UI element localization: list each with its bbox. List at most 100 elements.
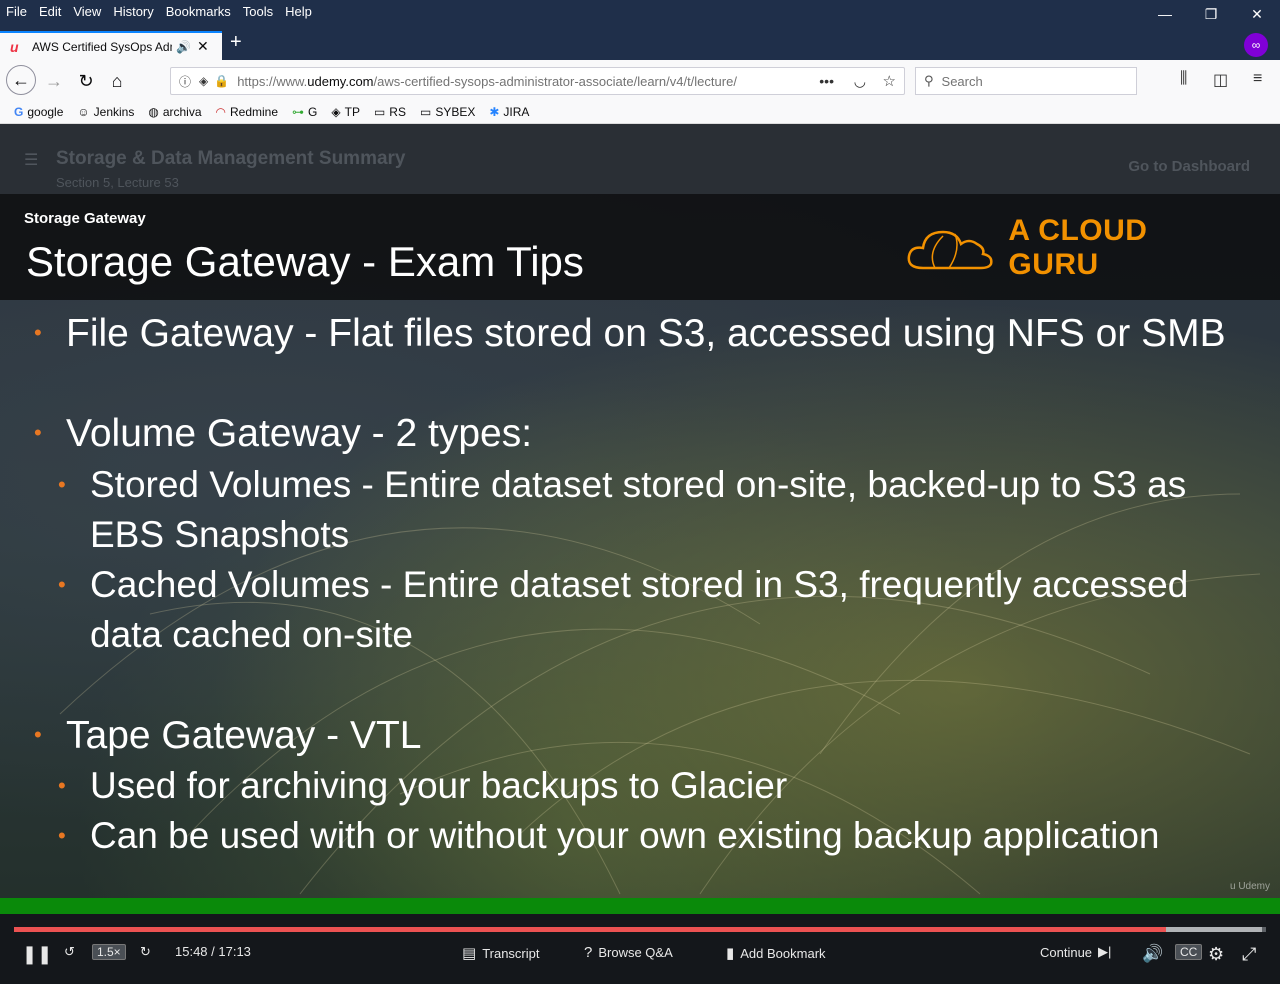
bookmark-google[interactable]: Ggoogle [14,105,63,119]
bookmark-rs[interactable]: ▭ RS [374,105,406,119]
bullet-backup-app: • Can be used with or without your own ex… [58,815,1160,856]
hamburger-menu-icon[interactable]: ≡ [1253,70,1262,88]
speed-label: 1.5× [92,944,126,960]
browse-qa-button[interactable]: ? Browse Q&A [584,944,673,961]
bullet-dot: • [58,823,66,848]
redmine-icon: ◠ [215,104,226,119]
sidebar-icon[interactable]: ◫ [1213,70,1228,90]
add-bookmark-button[interactable]: ▮ Add Bookmark [726,944,826,962]
bullet-stored-volumes: • Stored Volumes - Entire dataset stored … [58,464,1187,505]
menu-help[interactable]: Help [279,4,318,19]
home-button[interactable]: ⌂ [103,67,131,95]
gear-icon: ⚙ [1208,944,1225,964]
pause-icon: ❚❚ [22,944,53,964]
bullet-stored-volumes-cont: EBS Snapshots [90,514,350,555]
tab-title: AWS Certified SysOps Admi [32,39,172,54]
slide-kicker: Storage Gateway [24,210,146,227]
search-icon: ⚲ [924,73,934,88]
search-input[interactable]: ⚲ Search [915,67,1137,95]
url-text[interactable]: https://www.udemy.com/aws-certified-syso… [237,74,797,89]
curriculum-list-icon[interactable]: ☰ [24,150,38,170]
menu-bookmarks[interactable]: Bookmarks [160,4,237,19]
home-icon: ⌂ [111,70,123,91]
go-to-dashboard-link[interactable]: Go to Dashboard [1128,158,1250,175]
transcript-icon: ▤ [462,945,477,962]
bullet-dot: • [34,320,42,345]
bullet-dot: • [58,572,66,597]
volume-icon: 🔊 [1142,944,1164,963]
forward-skip-button[interactable]: ↻ [140,944,151,960]
info-icon[interactable]: ⓘ [179,73,191,90]
bookmark-archiva[interactable]: ◍ archiva [148,105,201,119]
jenkins-icon: ☺ [77,104,90,119]
udemy-icon: u [10,38,19,55]
time-display: 15:48 / 17:13 [175,944,251,959]
nav-bar: ← → ↻ ⌂ ⓘ ◈ 🔒 https://www.udemy.com/aws-… [0,60,1280,100]
bookmark-jira[interactable]: ✱ JIRA [489,105,529,119]
bullet-file-gateway: • File Gateway - Flat files stored on S3,… [34,312,1226,355]
menu-view[interactable]: View [67,4,107,19]
transcript-button[interactable]: ▤ Transcript [462,944,540,962]
lock-icon[interactable]: 🔒 [214,74,229,88]
arrow-left-icon: ← [12,69,30,90]
settings-button[interactable]: ⚙ [1208,944,1224,965]
continue-button[interactable]: Continue ▶| [1040,944,1111,960]
bookmark-sybex[interactable]: ▭ SYBEX [420,105,475,119]
close-tab-icon[interactable]: ✕ [197,38,209,55]
menu-tools[interactable]: Tools [237,4,279,19]
bullet-dot: • [34,420,42,445]
skip-next-icon: ▶| [1098,944,1112,959]
new-tab-button[interactable]: + [230,31,242,54]
volume-button[interactable]: 🔊 [1142,944,1163,964]
folder-icon: ▭ [419,104,432,119]
globe-icon: ◍ [148,104,159,119]
forward-icon: ↻ [140,944,151,959]
tab-udemy[interactable]: u AWS Certified SysOps Admi 🔊 ✕ [0,31,222,60]
diamond-icon: ◈ [331,104,341,119]
udemy-watermark: u Udemy [1229,881,1270,892]
expand-icon: ⤢ [1242,944,1257,964]
pocket-icon[interactable]: ◡ [854,73,866,90]
speed-button[interactable]: 1.5× [92,944,126,960]
video-player[interactable]: Storage Gateway Storage Gateway - Exam T… [0,194,1280,898]
cloud-logo-icon [907,230,993,270]
menu-edit[interactable]: Edit [33,4,67,19]
reload-icon: ↻ [78,70,94,91]
bookmark-redmine[interactable]: ◠ Redmine [216,105,279,119]
progress-fill [14,927,1166,932]
pause-button[interactable]: ❚❚ [22,944,52,965]
link-icon: ⊶ [292,104,305,119]
bookmark-star-icon[interactable]: ☆ [883,72,896,90]
page-actions-icon[interactable]: ••• [819,73,834,89]
menu-file[interactable]: File [0,4,33,19]
arrow-right-icon: → [45,70,63,91]
captions-button[interactable]: CC [1175,944,1203,960]
player-controls: ❚❚ ↺ 1.5× ↻ 15:48 / 17:13 ▤ Transcript ? B… [0,914,1280,984]
shield-icon[interactable]: ◈ [199,74,208,88]
speaker-icon[interactable]: 🔊 [176,40,191,54]
bookmarks-toolbar: Ggoogle ☺ Jenkins ◍ archiva ◠ Redmine ⊶ G ◈ T… [0,100,1280,124]
bookmark-tp[interactable]: ◈ TP [331,105,360,119]
question-icon: ? [584,944,593,961]
slide-title: Storage Gateway - Exam Tips [26,238,584,285]
fullscreen-button[interactable]: ⤢ [1242,944,1256,965]
library-icon[interactable]: ⫼ [1180,70,1187,88]
progress-bar[interactable] [14,927,1266,932]
rewind-button[interactable]: ↺ [64,944,75,960]
reload-button[interactable]: ↻ [72,67,100,95]
back-button[interactable]: ← [6,65,36,95]
cc-icon: CC [1175,944,1203,960]
forward-button[interactable]: → [40,67,68,95]
bookmark-g[interactable]: ⊶ G [292,105,317,119]
bullet-dot: • [58,472,66,497]
menu-bar: File Edit View History Bookmarks Tools H… [0,0,1280,22]
bookmark-jenkins[interactable]: ☺ Jenkins [77,105,134,119]
url-bar[interactable]: ⓘ ◈ 🔒 https://www.udemy.com/aws-certifie… [170,67,905,95]
menu-history[interactable]: History [107,4,159,19]
bullet-archiving: • Used for archiving your backups to Glac… [58,765,788,806]
lecture-subtitle: Section 5, Lecture 53 [56,175,179,190]
bullet-dot: • [58,773,66,798]
jira-icon: ✱ [489,104,500,119]
slide-header: Storage Gateway Storage Gateway - Exam T… [0,194,1280,300]
bullet-volume-gateway: • Volume Gateway - 2 types: [34,412,533,455]
